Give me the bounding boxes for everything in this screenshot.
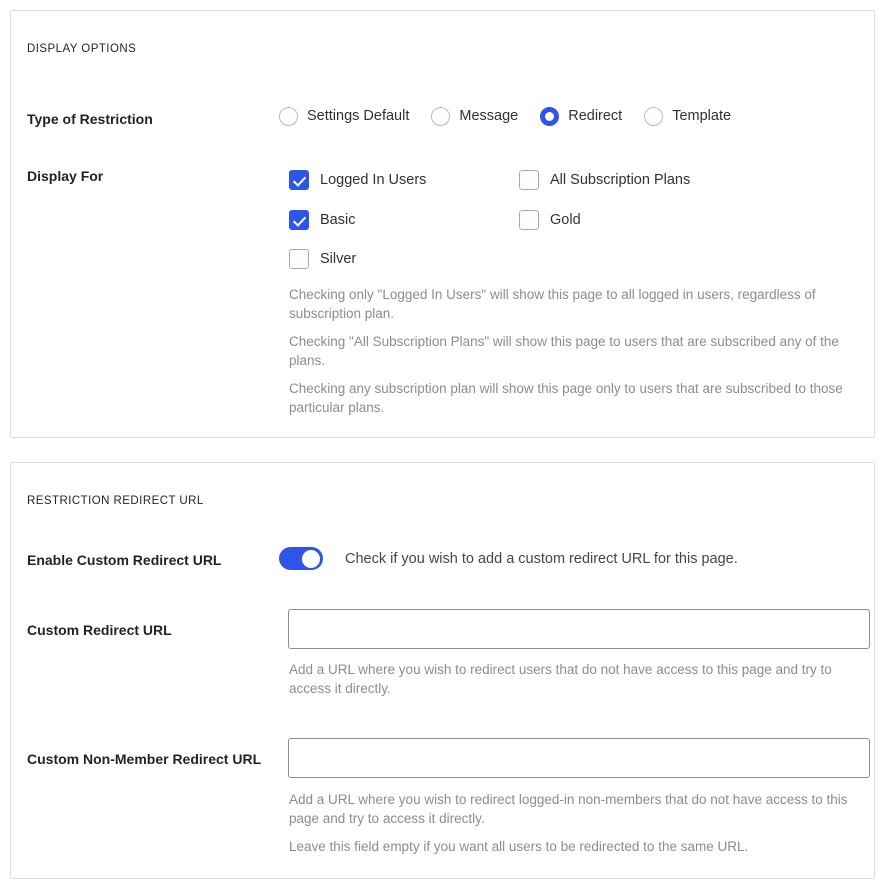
display-for-help-1: Checking only "Logged In Users" will sho… — [289, 287, 816, 321]
checkbox-gold-label: Gold — [550, 212, 581, 228]
radio-redirect[interactable]: Redirect — [540, 107, 622, 126]
restriction-redirect-url-card: RESTRICTION REDIRECT URL Enable Custom R… — [10, 462, 875, 879]
custom-redirect-url-help: Add a URL where you wish to redirect use… — [289, 662, 832, 696]
custom-redirect-url-input[interactable] — [288, 609, 870, 649]
radio-message[interactable]: Message — [431, 107, 518, 126]
radio-template-mark[interactable] — [644, 107, 664, 126]
radio-settings-default-mark[interactable] — [279, 107, 298, 126]
checkbox-all-subscription-plans-mark[interactable] — [519, 170, 539, 190]
custom-non-member-redirect-url-help-1: Add a URL where you wish to redirect log… — [289, 792, 848, 826]
display-for-checkbox-group: Logged In Users All Subscription Plans B… — [279, 160, 749, 280]
checkbox-silver-mark[interactable] — [289, 249, 309, 269]
checkbox-logged-in-users-label: Logged In Users — [320, 172, 427, 188]
custom-redirect-url-field — [288, 609, 870, 649]
checkbox-basic[interactable]: Basic — [289, 210, 355, 230]
display-options-section-title: DISPLAY OPTIONS — [27, 43, 137, 55]
enable-custom-redirect-url-row: Check if you wish to add a custom redire… — [279, 547, 738, 570]
checkbox-all-subscription-plans-label: All Subscription Plans — [550, 172, 691, 188]
checkbox-gold-mark[interactable] — [519, 210, 539, 230]
settings-page: DISPLAY OPTIONS Type of Restriction Sett… — [0, 0, 885, 889]
custom-non-member-redirect-url-label: Custom Non-Member Redirect URL — [27, 751, 262, 767]
type-of-restriction-label: Type of Restriction — [27, 111, 153, 127]
custom-redirect-url-label: Custom Redirect URL — [27, 622, 172, 638]
checkbox-silver-label: Silver — [320, 251, 357, 267]
custom-non-member-redirect-url-input[interactable] — [288, 738, 870, 778]
enable-custom-redirect-url-label: Enable Custom Redirect URL — [27, 552, 222, 568]
radio-settings-default[interactable]: Settings Default — [279, 107, 409, 126]
enable-custom-redirect-url-toggle[interactable] — [279, 547, 323, 570]
radio-redirect-mark[interactable] — [540, 107, 560, 126]
radio-template[interactable]: Template — [644, 107, 731, 126]
restriction-redirect-url-section-title: RESTRICTION REDIRECT URL — [27, 495, 204, 507]
checkbox-silver[interactable]: Silver — [289, 249, 356, 269]
enable-custom-redirect-url-note: Check if you wish to add a custom redire… — [345, 550, 738, 567]
type-of-restriction-radio-group: Settings Default Message Redirect Templa… — [279, 107, 731, 126]
radio-message-label: Message — [459, 108, 519, 124]
checkbox-basic-label: Basic — [320, 212, 356, 228]
custom-non-member-redirect-url-help-2: Leave this field empty if you want all u… — [289, 839, 749, 854]
radio-template-label: Template — [672, 108, 732, 124]
checkbox-gold[interactable]: Gold — [519, 210, 581, 230]
display-for-label: Display For — [27, 168, 104, 184]
display-for-help-3: Checking any subscription plan will show… — [289, 381, 843, 415]
checkbox-basic-mark[interactable] — [289, 210, 309, 230]
custom-non-member-redirect-url-field — [288, 738, 870, 778]
radio-settings-default-label: Settings Default — [307, 108, 410, 124]
display-options-card: DISPLAY OPTIONS Type of Restriction Sett… — [10, 10, 875, 438]
checkbox-logged-in-users[interactable]: Logged In Users — [289, 170, 426, 190]
toggle-knob — [302, 549, 320, 568]
radio-redirect-label: Redirect — [568, 108, 623, 124]
display-for-help-2: Checking "All Subscription Plans" will s… — [289, 334, 839, 368]
radio-message-mark[interactable] — [431, 107, 451, 126]
checkbox-logged-in-users-mark[interactable] — [289, 170, 309, 190]
checkbox-all-subscription-plans[interactable]: All Subscription Plans — [519, 170, 690, 190]
